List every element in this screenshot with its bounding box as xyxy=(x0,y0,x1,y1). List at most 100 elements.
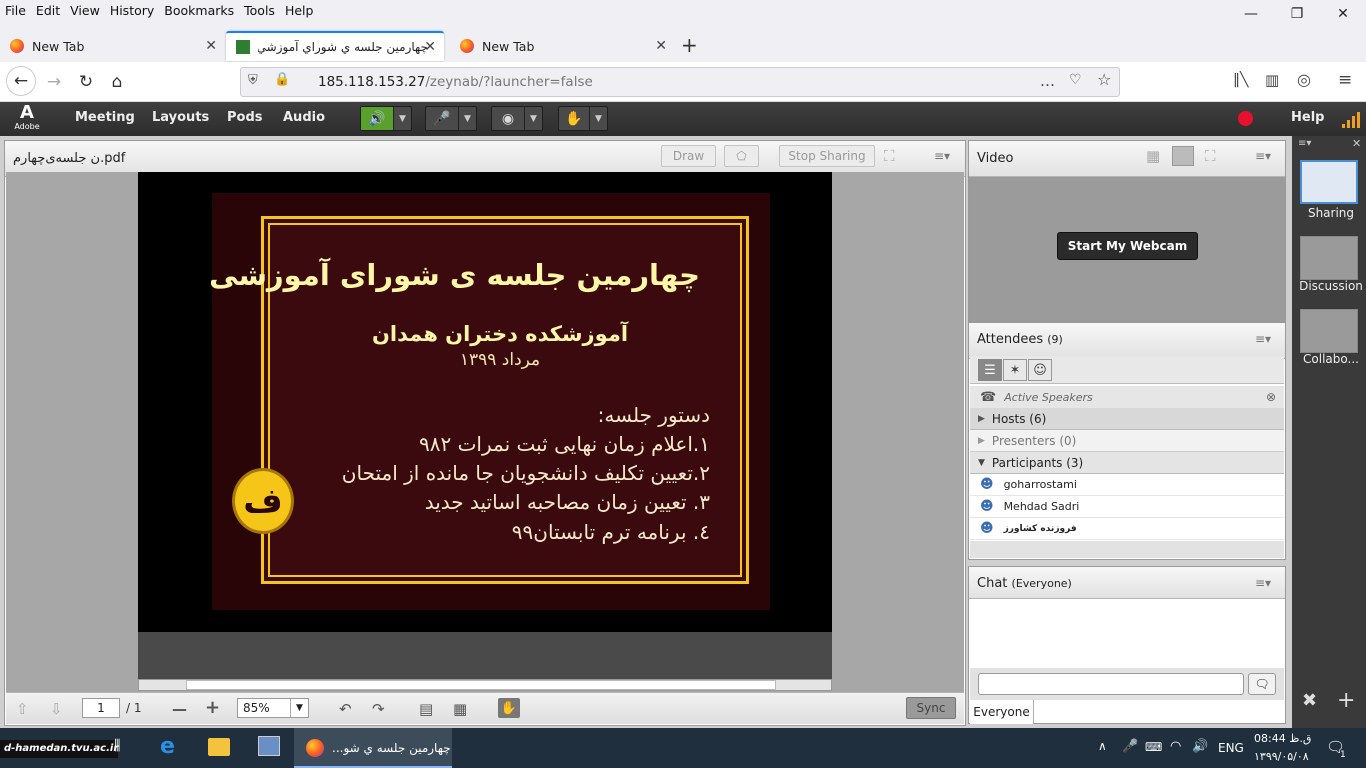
minimize-icon[interactable]: — xyxy=(1228,0,1274,28)
list-item[interactable]: ☻ goharrostami xyxy=(970,474,1284,496)
start-webcam-button[interactable]: Start My Webcam xyxy=(1057,232,1198,260)
draw-button[interactable]: Draw xyxy=(661,145,716,167)
sync-button[interactable]: Sync xyxy=(906,697,956,719)
fullscreen-icon[interactable]: ⛶ xyxy=(1205,147,1216,165)
list-item[interactable]: ☻ فروزنده کشاورز xyxy=(970,518,1284,540)
clock-date[interactable]: ۱۳۹۹/۰۵/۰۸ xyxy=(1254,750,1309,763)
tab-new-tab-1[interactable]: New Tab ✕ xyxy=(0,31,225,61)
menu-file[interactable]: File xyxy=(0,3,31,18)
hosts-group-row[interactable]: ▶ Hosts (6) xyxy=(970,408,1284,430)
single-page-icon[interactable]: ▤ xyxy=(419,700,433,718)
tools-icon[interactable]: ✖ xyxy=(1302,690,1317,711)
list-view-icon[interactable]: ☰ xyxy=(978,359,1002,381)
home-icon[interactable]: ⌂ xyxy=(103,69,131,95)
layout-collaboration-label[interactable]: Collabo... xyxy=(1296,352,1366,366)
send-message-icon[interactable]: 🗨 xyxy=(1248,673,1276,695)
help-menu[interactable]: Help xyxy=(1291,110,1324,125)
sidebar-icon[interactable]: ▥ xyxy=(1265,71,1279,89)
network-app-icon[interactable] xyxy=(258,736,280,756)
microphone-icon[interactable]: 🎤 xyxy=(1122,739,1138,754)
close-icon[interactable]: ✕ xyxy=(1352,137,1361,150)
participants-group-row[interactable]: ▼ Participants (3) xyxy=(970,452,1284,474)
menu-bookmarks[interactable]: Bookmarks xyxy=(159,3,239,18)
page-actions-icon[interactable]: … xyxy=(1040,72,1055,90)
status-view-icon[interactable]: ☺ xyxy=(1028,359,1052,381)
meeting-menu[interactable]: Meeting xyxy=(75,110,135,125)
chevron-down-icon[interactable]: ▼ xyxy=(524,107,542,130)
language-indicator[interactable]: ENG xyxy=(1218,741,1244,755)
zoom-out-icon[interactable]: — xyxy=(172,700,187,718)
pod-menu-icon[interactable]: ≡▾ xyxy=(1255,149,1271,163)
fit-page-icon[interactable]: ▦ xyxy=(453,700,467,718)
layout-sharing-label[interactable]: Sharing xyxy=(1296,206,1366,220)
menu-view[interactable]: View xyxy=(65,3,105,18)
chat-tab-everyone[interactable]: Everyone xyxy=(970,700,1034,724)
layout-discussion-thumbnail[interactable] xyxy=(1300,236,1358,280)
task-view-icon[interactable]: ⫼ xyxy=(114,738,120,754)
zoom-in-icon[interactable]: + xyxy=(205,697,220,718)
new-tab-icon[interactable]: + xyxy=(681,33,698,57)
stop-sharing-button[interactable]: Stop Sharing xyxy=(779,145,875,167)
keyboard-icon[interactable]: ⌨ xyxy=(1145,740,1162,754)
chevron-down-icon[interactable]: ▼ xyxy=(290,699,308,717)
close-tab-icon[interactable]: ✕ xyxy=(205,38,217,54)
pod-menu-icon[interactable]: ≡▾ xyxy=(1255,332,1271,346)
presenters-group-row[interactable]: ▶ Presenters (0) xyxy=(970,430,1284,452)
layout-collaboration-thumbnail[interactable] xyxy=(1300,309,1358,353)
layout-discussion-label[interactable]: Discussion xyxy=(1296,279,1366,293)
reload-icon[interactable]: ↻ xyxy=(72,69,100,95)
webcam-button[interactable]: ◉ ▼ xyxy=(491,106,543,131)
close-window-icon[interactable]: ✕ xyxy=(1320,0,1366,28)
bookmark-star-icon[interactable]: ☆ xyxy=(1097,70,1111,89)
insecure-lock-icon[interactable]: 🔒 xyxy=(274,72,290,87)
previous-page-icon[interactable]: ⇧ xyxy=(16,700,29,718)
back-icon[interactable]: ← xyxy=(6,66,36,96)
pocket-icon[interactable]: ♡ xyxy=(1069,72,1082,88)
shield-icon[interactable]: ⛨ xyxy=(248,73,258,88)
menu-tools[interactable]: Tools xyxy=(239,3,280,18)
pods-menu[interactable]: Pods xyxy=(227,110,263,125)
chevron-down-icon[interactable]: ▼ xyxy=(393,107,411,130)
list-item[interactable]: ☻ Mehdad Sadri xyxy=(970,496,1284,518)
edge-icon[interactable]: e xyxy=(160,734,175,759)
chevron-down-icon[interactable]: ▼ xyxy=(589,107,607,130)
fullscreen-icon[interactable]: ⛶ xyxy=(884,147,895,165)
speaker-button[interactable]: 🔊 ▼ xyxy=(360,106,412,131)
microphone-button[interactable]: 🎤 ▼ xyxy=(425,106,477,131)
hamburger-menu-icon[interactable]: ≡ xyxy=(1338,70,1352,90)
show-hidden-icons-icon[interactable]: ∧ xyxy=(1098,739,1107,753)
pod-menu-icon[interactable]: ≡▾ xyxy=(934,149,950,163)
restore-icon[interactable]: ❐ xyxy=(1274,0,1320,28)
library-icon[interactable]: ‖╲ xyxy=(1233,72,1248,88)
breakout-view-icon[interactable]: ✶ xyxy=(1003,359,1027,381)
next-page-icon[interactable]: ⇩ xyxy=(50,700,63,718)
eraser-button[interactable]: ⬠ xyxy=(724,145,759,167)
zoom-select[interactable]: 85% ▼ xyxy=(237,698,309,718)
account-icon[interactable]: ◎ xyxy=(1297,70,1311,89)
scrollbar-thumb[interactable] xyxy=(186,680,776,690)
close-tab-icon[interactable]: ✕ xyxy=(655,38,667,54)
menu-history[interactable]: History xyxy=(105,3,159,18)
raise-hand-button[interactable]: ✋ ▼ xyxy=(558,106,608,131)
rotate-left-icon[interactable]: ↶ xyxy=(339,700,352,718)
add-layout-icon[interactable]: + xyxy=(1337,688,1355,713)
clock-time[interactable]: ق.ظ 08:44 xyxy=(1254,732,1311,745)
wifi-icon[interactable]: ◠ xyxy=(1170,739,1181,754)
pod-menu-icon[interactable]: ≡▾ xyxy=(1255,576,1271,590)
panel-menu-icon[interactable]: ≡▾ xyxy=(1298,138,1311,149)
chevron-down-icon[interactable]: ▼ xyxy=(458,107,476,130)
forward-icon[interactable]: → xyxy=(40,69,68,95)
file-explorer-icon[interactable] xyxy=(208,738,230,756)
page-number-input[interactable]: 1 xyxy=(82,698,120,718)
layout-sharing-thumbnail[interactable] xyxy=(1300,160,1358,204)
volume-icon[interactable]: 🔊 xyxy=(1192,739,1208,754)
tab-connect-meeting[interactable]: چهارمین جلسه ي شوراي آموزشي ✕ xyxy=(226,31,444,61)
rotate-right-icon[interactable]: ↷ xyxy=(372,700,385,718)
close-tab-icon[interactable]: ✕ xyxy=(424,39,436,55)
tab-new-tab-2[interactable]: New Tab ✕ xyxy=(450,31,675,61)
layouts-menu[interactable]: Layouts xyxy=(152,110,209,125)
chat-input[interactable] xyxy=(978,673,1244,695)
hand-tool-icon[interactable]: ✋ xyxy=(498,698,520,718)
filmstrip-view-icon[interactable] xyxy=(1172,146,1194,166)
menu-edit[interactable]: Edit xyxy=(31,3,65,18)
